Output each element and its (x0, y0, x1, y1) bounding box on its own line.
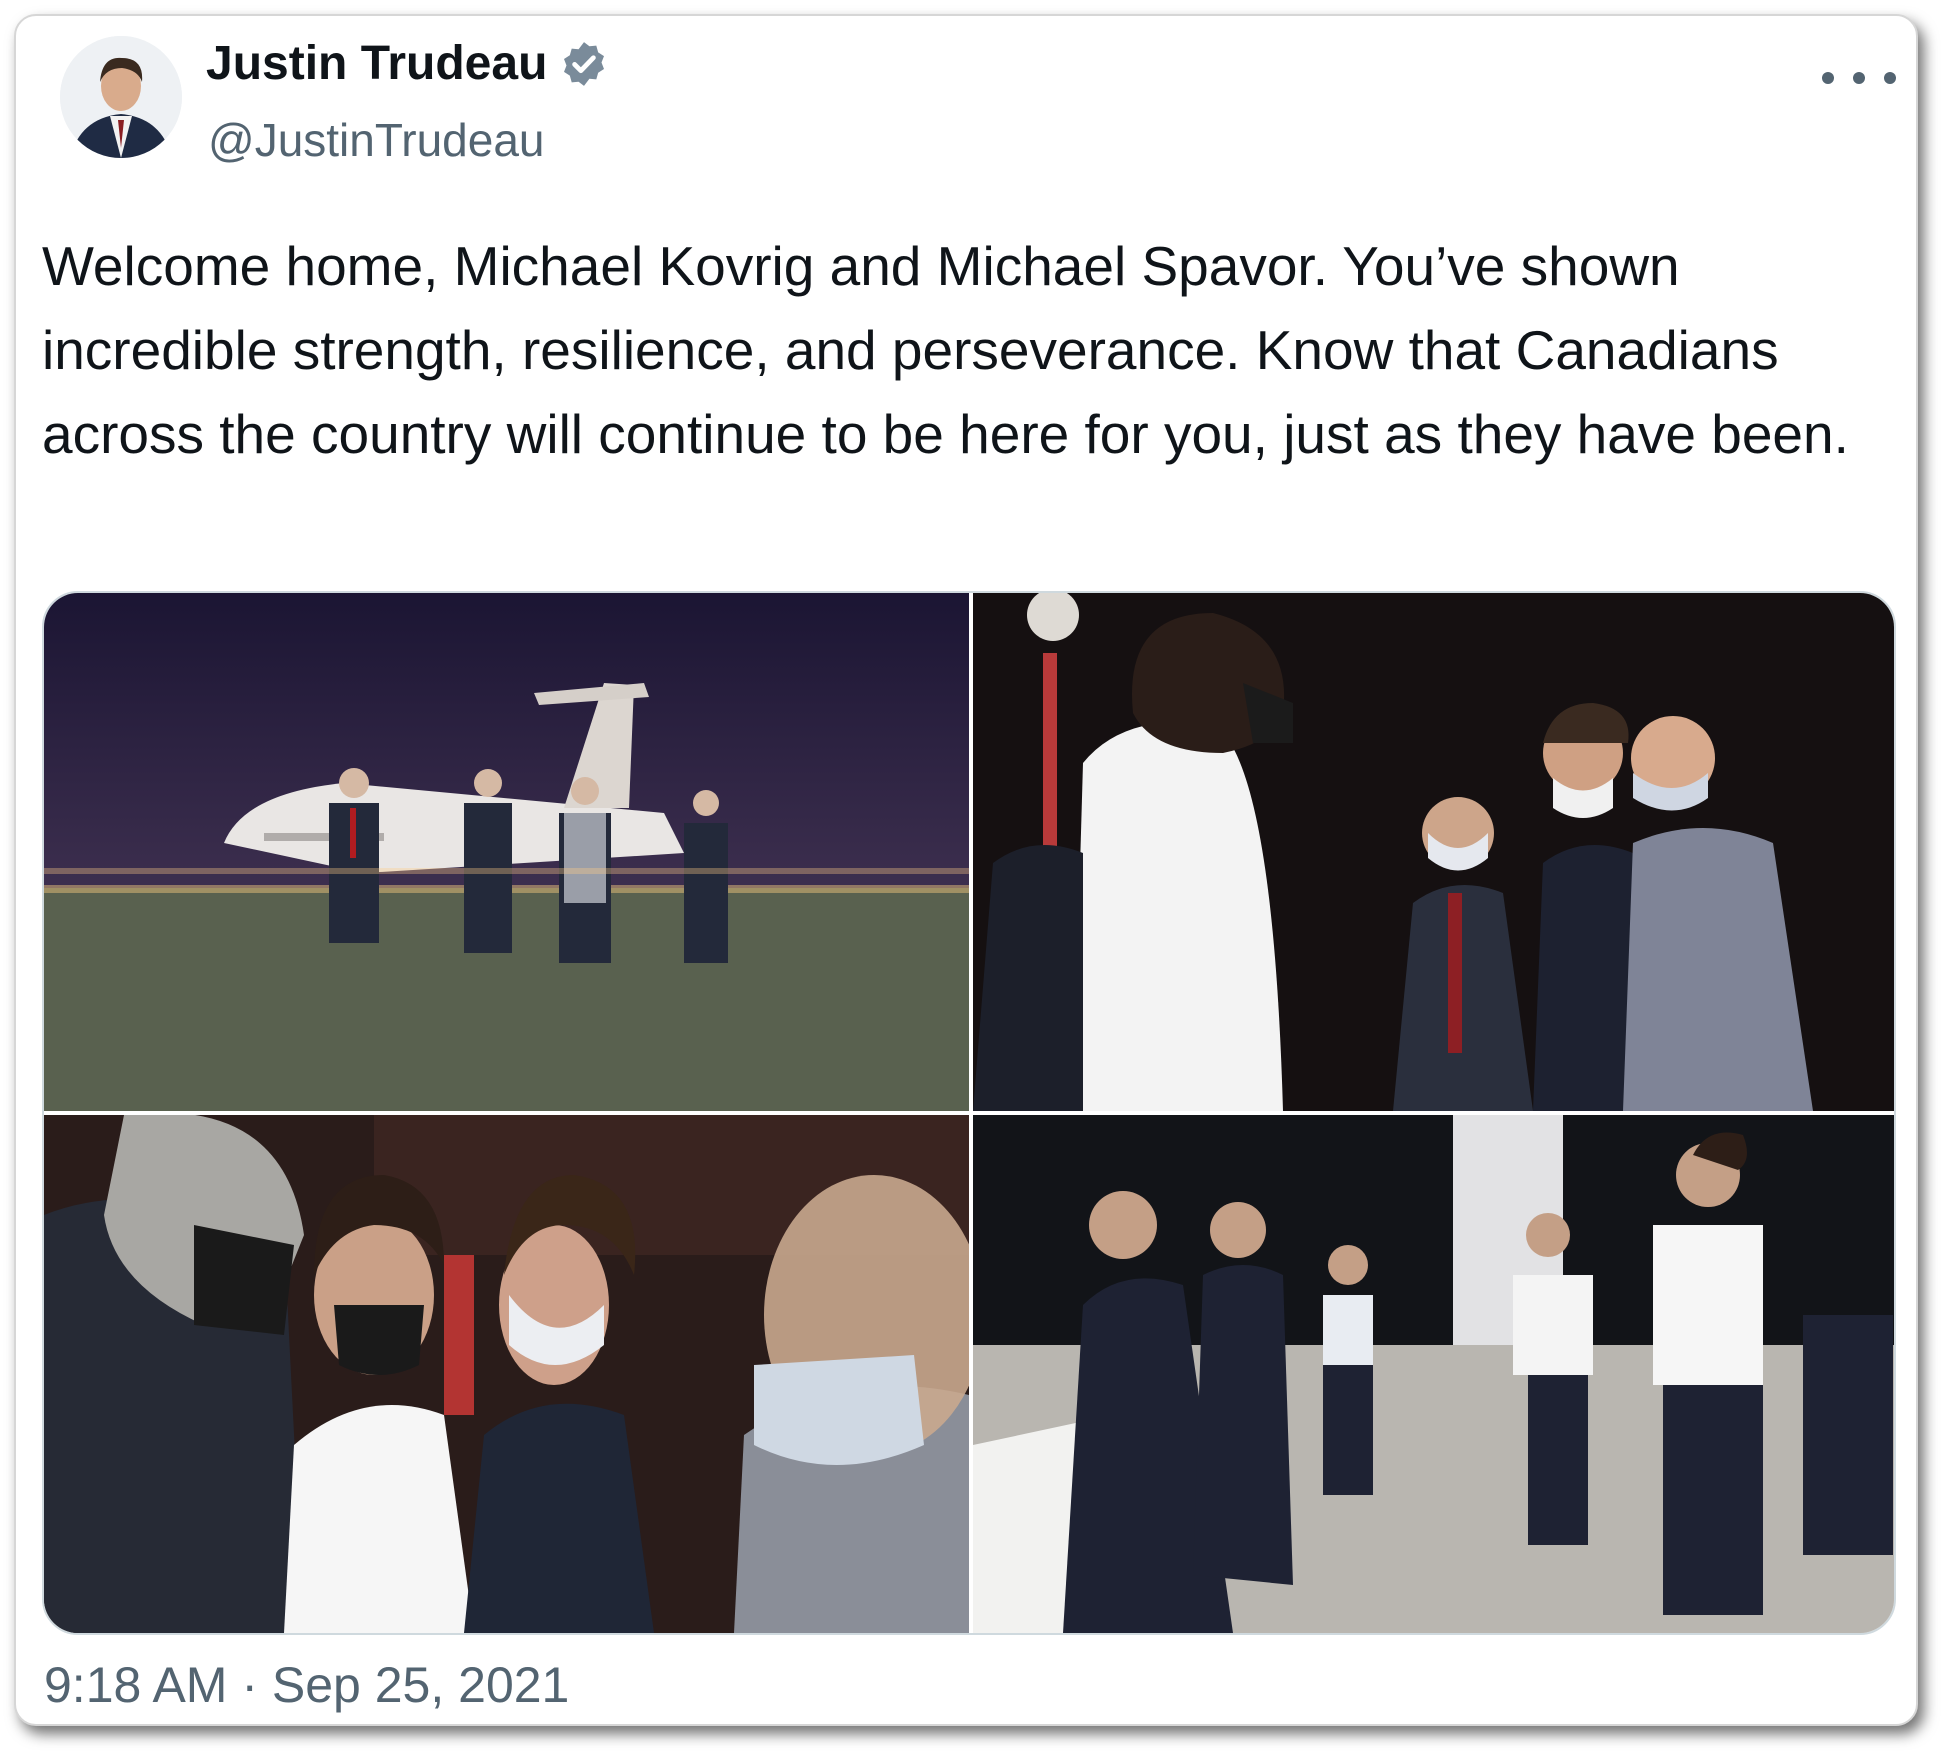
photo-greeting[interactable] (44, 1115, 969, 1633)
photo-hangar-reception[interactable] (973, 1115, 1894, 1633)
dot (1822, 72, 1834, 84)
tweet-text: Welcome home, Michael Kovrig and Michael… (42, 235, 1849, 465)
photo-group-talking-image (973, 593, 1894, 1111)
photo-airport-tarmac-image (44, 593, 969, 1111)
verified-badge-icon (564, 41, 605, 86)
author-handle[interactable]: @JustinTrudeau (208, 113, 545, 167)
author-name[interactable]: Justin Trudeau (206, 36, 547, 91)
photo-hangar-reception-image (973, 1115, 1894, 1633)
avatar[interactable] (60, 36, 182, 158)
photo-airport-tarmac[interactable] (44, 593, 969, 1111)
photo-greeting-image (44, 1115, 969, 1633)
dot (1853, 72, 1865, 84)
photo-group-talking[interactable] (973, 593, 1894, 1111)
media-grid (42, 591, 1896, 1635)
more-options-icon[interactable] (1822, 54, 1896, 102)
author-row: Justin Trudeau (206, 36, 609, 91)
avatar-image (60, 36, 182, 158)
tweet-timestamp[interactable]: 9:18 AM · Sep 25, 2021 (44, 1656, 569, 1714)
dot (1884, 72, 1896, 84)
tweet-card: Justin Trudeau @JustinTrudeau Welcome ho… (14, 14, 1918, 1726)
